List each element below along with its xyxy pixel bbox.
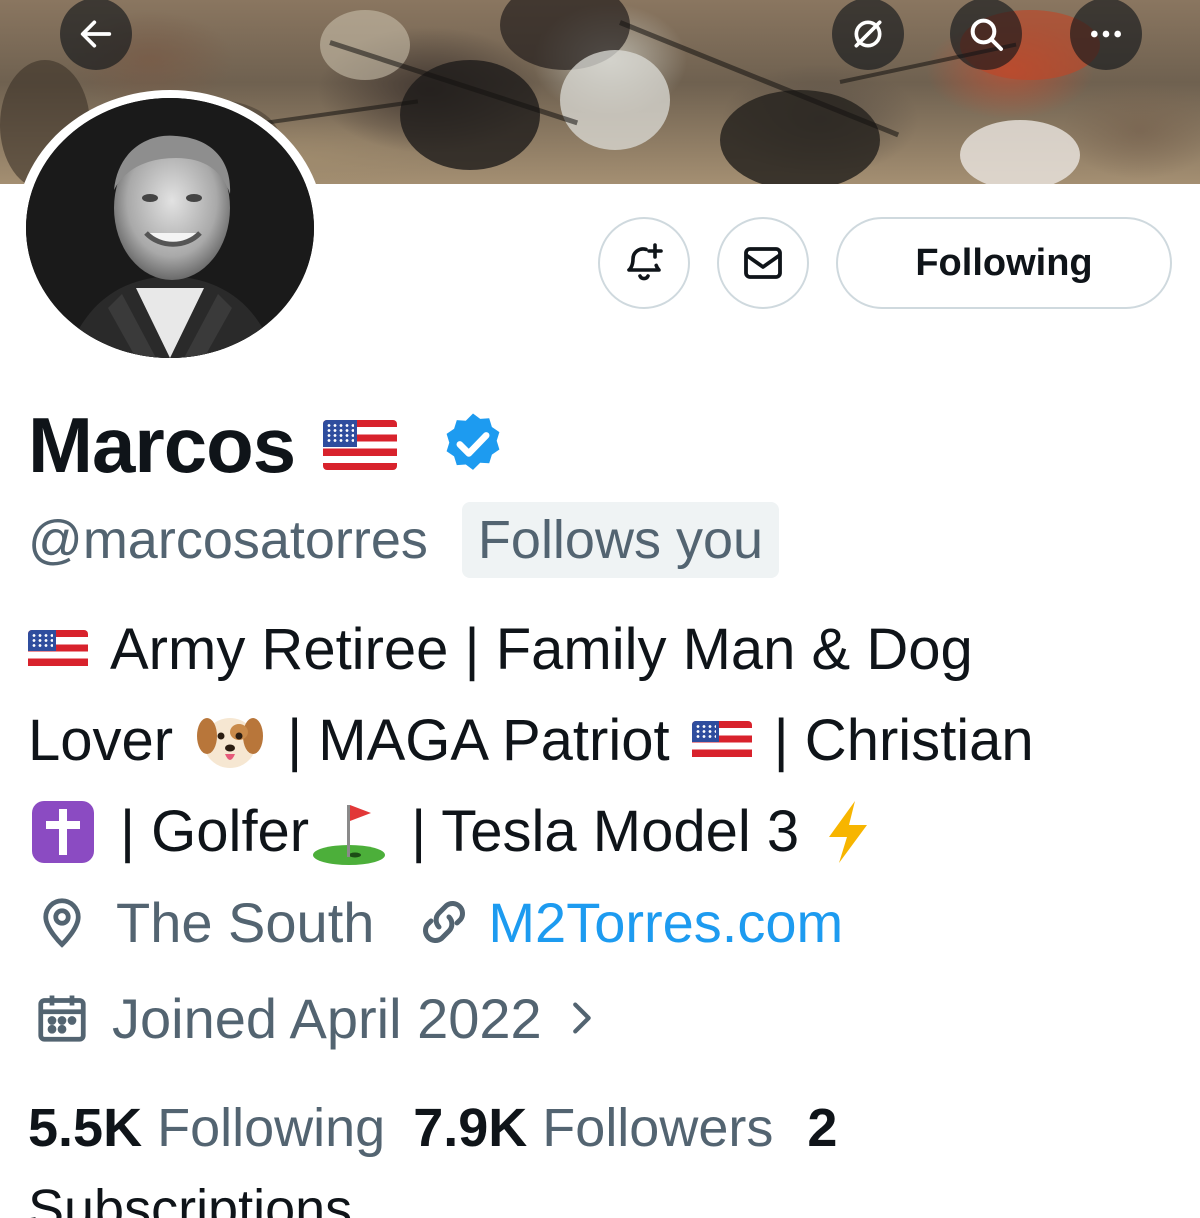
us-flag-emoji bbox=[691, 720, 752, 761]
handle-row: @marcosatorres Follows you bbox=[28, 502, 780, 578]
dog-face-emoji-icon bbox=[197, 717, 264, 768]
bio-text: Army Retiree | Family Man & Dog bbox=[110, 617, 973, 682]
followers-label: Followers bbox=[542, 1098, 774, 1158]
location-website-row: The South M2Torres.com bbox=[32, 882, 843, 962]
location-pin-icon bbox=[43, 898, 81, 948]
search-button[interactable] bbox=[950, 0, 1022, 70]
bio-line-2: Lover | MAGA Patriot | Christian bbox=[28, 695, 1178, 786]
us-flag-emoji bbox=[323, 420, 398, 470]
subscriptions-stat[interactable]: 2 bbox=[807, 1097, 837, 1159]
translate-icon bbox=[854, 20, 882, 48]
username-handle: @marcosatorres bbox=[28, 510, 428, 570]
golf-flag-emoji-icon bbox=[313, 804, 386, 865]
bio-line-3: | Golfer | Tesla Model 3 bbox=[28, 786, 1178, 877]
link-icon bbox=[423, 901, 466, 943]
subscriptions-count: 2 bbox=[807, 1098, 838, 1158]
following-button[interactable]: Following bbox=[836, 217, 1172, 309]
translate-button[interactable] bbox=[832, 0, 904, 70]
chevron-right-icon bbox=[572, 1002, 591, 1034]
display-name-row: Marcos bbox=[28, 400, 509, 490]
bio-text: | Tesla Model 3 bbox=[411, 799, 800, 864]
verified-badge-icon[interactable] bbox=[437, 409, 509, 481]
bio-text: | MAGA Patriot bbox=[287, 708, 670, 773]
joined-row[interactable]: Joined April 2022 bbox=[32, 978, 604, 1058]
location-text: The South bbox=[116, 890, 375, 954]
bio-text: | Golfer bbox=[120, 799, 310, 864]
search-icon bbox=[970, 18, 1003, 51]
followers-stat[interactable]: 7.9K Followers bbox=[413, 1097, 773, 1159]
stats-row: 5.5K Following 7.9K Followers 2 bbox=[28, 1088, 837, 1168]
bio-line-1: Army Retiree | Family Man & Dog bbox=[28, 604, 1178, 695]
follows-you-badge: Follows you bbox=[461, 502, 780, 578]
following-stat[interactable]: 5.5K Following bbox=[28, 1097, 385, 1159]
bell-plus-icon bbox=[627, 243, 663, 281]
joined-date: Joined April 2022 bbox=[112, 986, 542, 1050]
subscriptions-label[interactable]: Subscriptions bbox=[28, 1178, 352, 1218]
following-count: 5.5K bbox=[28, 1098, 143, 1158]
calendar-icon bbox=[38, 995, 86, 1042]
envelope-icon bbox=[744, 247, 782, 279]
lightning-emoji-icon bbox=[829, 800, 868, 863]
followers-count: 7.9K bbox=[413, 1098, 528, 1158]
back-button[interactable] bbox=[60, 0, 132, 70]
bio-text: | Christian bbox=[773, 708, 1034, 773]
avatar[interactable] bbox=[16, 90, 324, 366]
more-button[interactable] bbox=[1070, 0, 1142, 70]
following-label: Following bbox=[157, 1098, 386, 1158]
arrow-left-icon bbox=[80, 20, 112, 48]
latin-cross-emoji-icon bbox=[32, 800, 94, 863]
website-link[interactable]: M2Torres.com bbox=[488, 890, 843, 955]
bio-text: Lover bbox=[28, 708, 174, 773]
message-button[interactable] bbox=[717, 217, 809, 309]
us-flag-emoji bbox=[28, 629, 88, 670]
bio: Army Retiree | Family Man & Dog Lover | … bbox=[28, 604, 1178, 877]
more-icon bbox=[1091, 30, 1121, 38]
notifications-button[interactable] bbox=[598, 217, 690, 309]
display-name: Marcos bbox=[28, 400, 296, 489]
avatar-photo bbox=[26, 98, 314, 358]
